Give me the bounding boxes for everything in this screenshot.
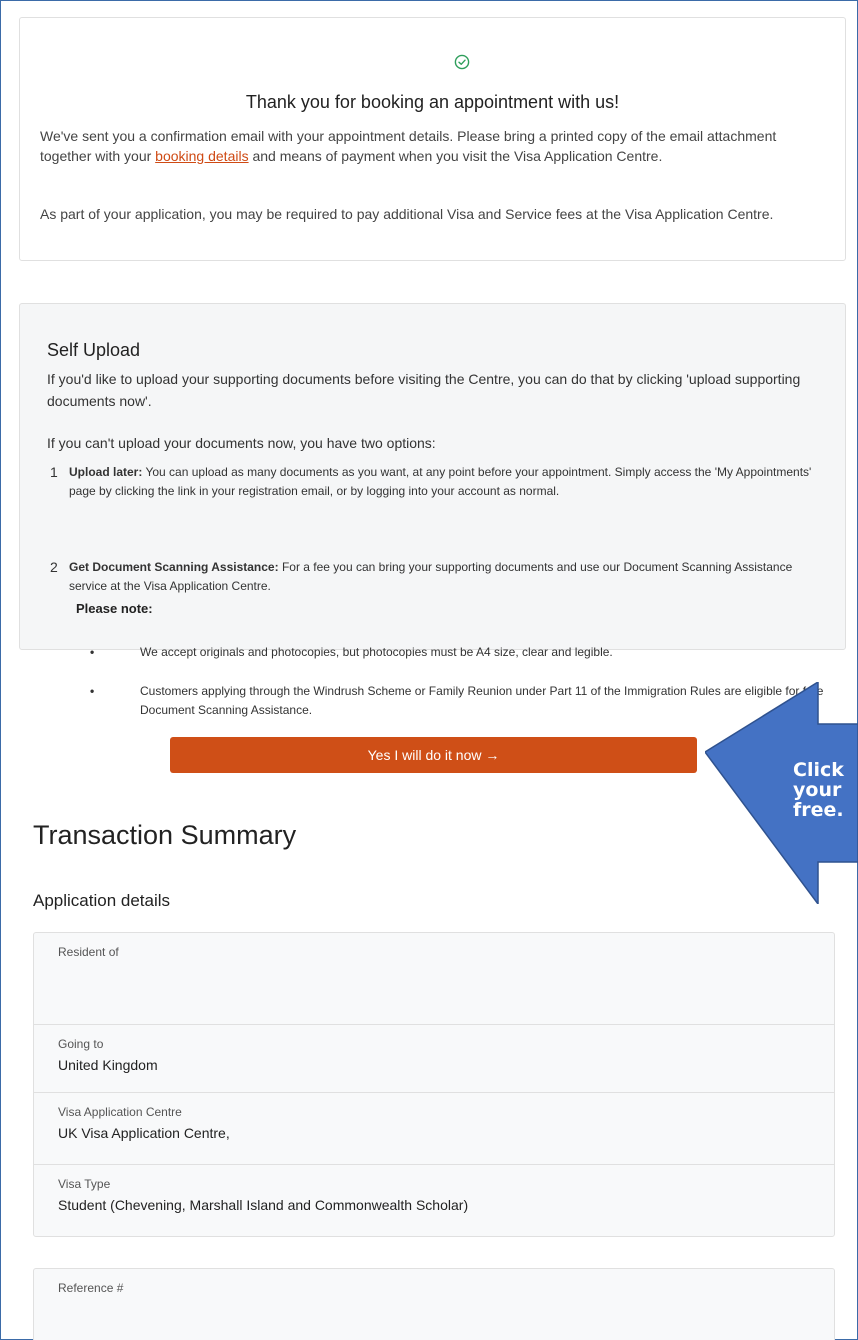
detail-row-centre: Visa Application Centre UK Visa Applicat… <box>34 1092 834 1164</box>
confirmation-message: We've sent you a confirmation email with… <box>40 128 777 164</box>
detail-row-going-to: Going to United Kingdom <box>34 1024 834 1092</box>
self-upload-title: Self Upload <box>47 340 141 360</box>
bullet-dot: • <box>90 684 95 698</box>
application-details-table: Resident of Going to United Kingdom Visa… <box>33 932 835 1237</box>
transaction-summary-title: Transaction Summary <box>33 820 297 850</box>
confirmation-card: Thank you for booking an appointment wit… <box>19 17 846 261</box>
application-details-subtitle: Application details <box>33 891 171 910</box>
check-circle-icon <box>454 54 470 70</box>
booking-details-link[interactable]: booking details <box>155 148 248 164</box>
self-upload-intro: If you'd like to upload your supporting … <box>47 371 801 409</box>
reference-label: Reference # <box>58 1281 124 1295</box>
detail-row-resident: Resident of <box>58 945 119 959</box>
fees-message: As part of your application, you may be … <box>40 206 774 222</box>
callout-text: Click your free. <box>793 760 844 820</box>
please-note-label: Please note: <box>76 601 153 616</box>
detail-row-visa-type: Visa Type Student (Chevening, Marshall I… <box>34 1164 834 1236</box>
confirmation-heading: Thank you for booking an appointment wit… <box>245 92 620 112</box>
bullet-dot: • <box>90 645 95 659</box>
reference-box: Reference # <box>33 1268 835 1340</box>
options-intro: If you can't upload your documents now, … <box>47 435 436 451</box>
yes-do-it-now-button[interactable]: Yes I will do it now → <box>170 737 697 773</box>
